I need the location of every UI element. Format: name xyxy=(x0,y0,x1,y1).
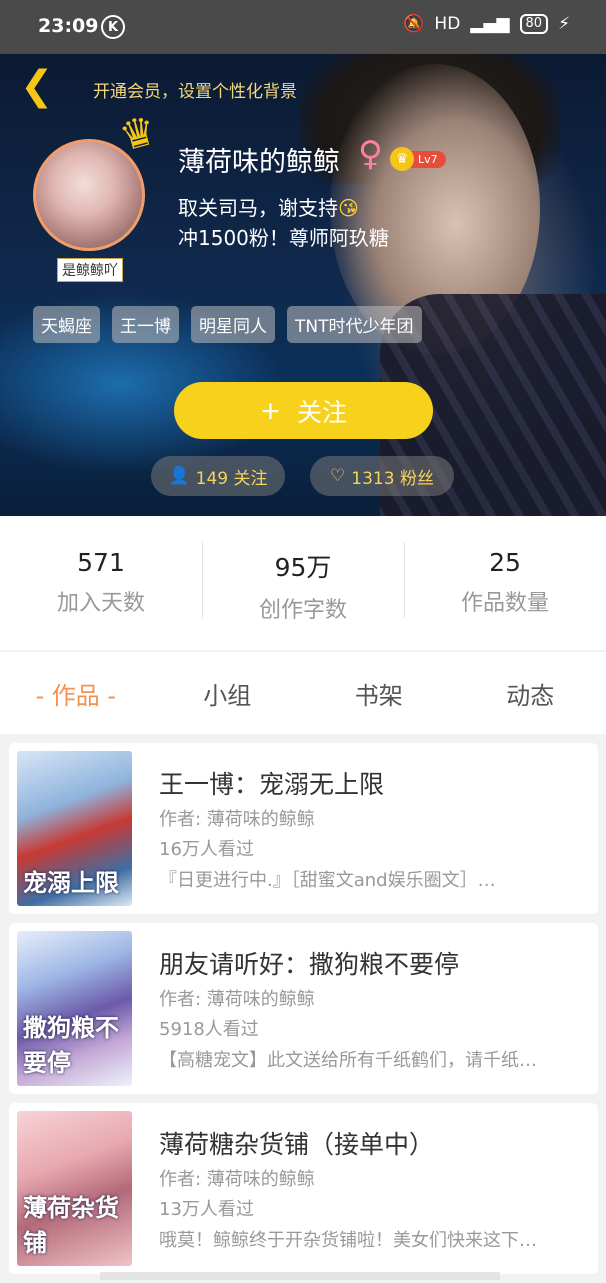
bio-line-2: 冲1500粉！尊师阿玖糖 xyxy=(178,223,389,253)
cover-text: 薄荷杂货铺 xyxy=(23,1188,132,1258)
work-views: 5918人看过 xyxy=(159,1015,259,1041)
profile-tags: 天蝎座 王一博 明星同人 TNT时代少年团 xyxy=(33,306,422,343)
battery-icon: 80 xyxy=(520,14,549,34)
work-views: 16万人看过 xyxy=(159,835,254,861)
add-user-icon: 👤 xyxy=(168,466,189,486)
status-time: 23:09 xyxy=(38,15,98,37)
following-button[interactable]: 👤 149 关注 xyxy=(151,456,285,496)
status-right: 🔕 HD ▂▄▆ 80 ⚡ xyxy=(403,14,570,34)
stat-label: 作品数量 xyxy=(404,585,606,617)
signal-icon: ▂▄▆ xyxy=(470,14,509,34)
plus-icon: + xyxy=(260,396,281,425)
list-item[interactable]: 宠溺上限 王一博：宠溺无上限 作者: 薄荷味的鲸鲸 16万人看过 『日更进行中.… xyxy=(9,743,598,914)
stat-works: 25 作品数量 xyxy=(404,548,606,618)
work-views: 13万人看过 xyxy=(159,1195,254,1221)
work-author: 作者: 薄荷味的鲸鲸 xyxy=(159,1165,315,1191)
work-author: 作者: 薄荷味的鲸鲸 xyxy=(159,805,315,831)
stat-days: 571 加入天数 xyxy=(0,548,202,618)
username: 薄荷味的鲸鲸 xyxy=(178,140,340,179)
mute-icon: 🔕 xyxy=(403,14,424,34)
list-item[interactable]: 薄荷杂货铺 薄荷糖杂货铺（接单中） 作者: 薄荷味的鲸鲸 13万人看过 哦莫！鲸… xyxy=(9,1103,598,1274)
cover-text: 撒狗粮不要停 xyxy=(23,1008,132,1078)
book-cover: 薄荷杂货铺 xyxy=(17,1111,132,1266)
tag-item[interactable]: 王一博 xyxy=(112,306,179,343)
work-title: 王一博：宠溺无上限 xyxy=(159,765,384,801)
stat-label: 加入天数 xyxy=(0,585,202,617)
fans-count: 1313 粉丝 xyxy=(351,464,434,489)
tag-item[interactable]: 天蝎座 xyxy=(33,306,100,343)
tab-bookshelf[interactable]: 书架 xyxy=(303,676,455,711)
work-description: 『日更进行中.』［甜蜜文and娱乐圈文］… xyxy=(159,866,584,892)
charging-icon: ⚡ xyxy=(558,14,570,34)
works-list: 宠溺上限 王一博：宠溺无上限 作者: 薄荷味的鲸鲸 16万人看过 『日更进行中.… xyxy=(9,743,598,1283)
cover-text: 宠溺上限 xyxy=(23,863,119,898)
bio: 取关司马，谢支持😘 冲1500粉！尊师阿玖糖 xyxy=(178,193,389,253)
status-bar: 23:09 K 🔕 HD ▂▄▆ 80 ⚡ xyxy=(0,0,606,54)
bottom-edge xyxy=(100,1272,500,1280)
tag-item[interactable]: TNT时代少年团 xyxy=(287,306,422,343)
tab-works[interactable]: - 作品 - xyxy=(0,676,152,711)
work-description: 哦莫！鲸鲸终于开杂货铺啦！美女们快来这下… xyxy=(159,1226,584,1252)
female-icon: ♀ xyxy=(358,134,383,174)
work-title: 朋友请听好：撒狗粮不要停 xyxy=(159,945,459,981)
stat-label: 创作字数 xyxy=(202,592,404,624)
tab-groups[interactable]: 小组 xyxy=(152,676,304,711)
follow-button-label: 关注 xyxy=(297,393,347,429)
work-description: 【高糖宠文】此文送给所有千纸鹤们，请千纸… xyxy=(159,1046,584,1072)
work-title: 薄荷糖杂货铺（接单中） xyxy=(159,1125,434,1161)
back-icon[interactable]: ❮ xyxy=(20,66,50,108)
bio-line-1: 取关司马，谢支持 xyxy=(178,196,338,220)
stat-value: 25 xyxy=(404,548,606,577)
app-notification-icon: K xyxy=(101,15,125,39)
stats-bar: 571 加入天数 95万 创作字数 25 作品数量 xyxy=(0,516,606,650)
level-badge: ♛ Lv7 xyxy=(390,147,446,171)
vip-background-link[interactable]: 开通会员，设置个性化背景 xyxy=(93,77,297,102)
list-item[interactable]: 撒狗粮不要停 朋友请听好：撒狗粮不要停 作者: 薄荷味的鲸鲸 5918人看过 【… xyxy=(9,923,598,1094)
stat-words: 95万 创作字数 xyxy=(202,548,404,618)
fans-button[interactable]: ♡ 1313 粉丝 xyxy=(310,456,454,496)
profile-tabs: - 作品 - 小组 书架 动态 xyxy=(0,652,606,734)
stat-value: 95万 xyxy=(202,548,404,584)
book-cover: 宠溺上限 xyxy=(17,751,132,906)
network-label: HD xyxy=(434,14,460,34)
tag-item[interactable]: 明星同人 xyxy=(191,306,275,343)
tab-activity[interactable]: 动态 xyxy=(455,676,606,711)
level-crown-icon: ♛ xyxy=(390,147,414,171)
work-author: 作者: 薄荷味的鲸鲸 xyxy=(159,985,315,1011)
follow-button[interactable]: + 关注 xyxy=(174,382,433,439)
kiss-emoji-icon: 😘 xyxy=(338,196,359,220)
book-cover: 撒狗粮不要停 xyxy=(17,931,132,1086)
profile-header-background xyxy=(0,54,606,516)
avatar-caption: 是鲸鲸吖 xyxy=(57,258,123,282)
stat-value: 571 xyxy=(0,548,202,577)
heart-icon: ♡ xyxy=(330,466,345,486)
following-count: 149 关注 xyxy=(196,464,268,489)
